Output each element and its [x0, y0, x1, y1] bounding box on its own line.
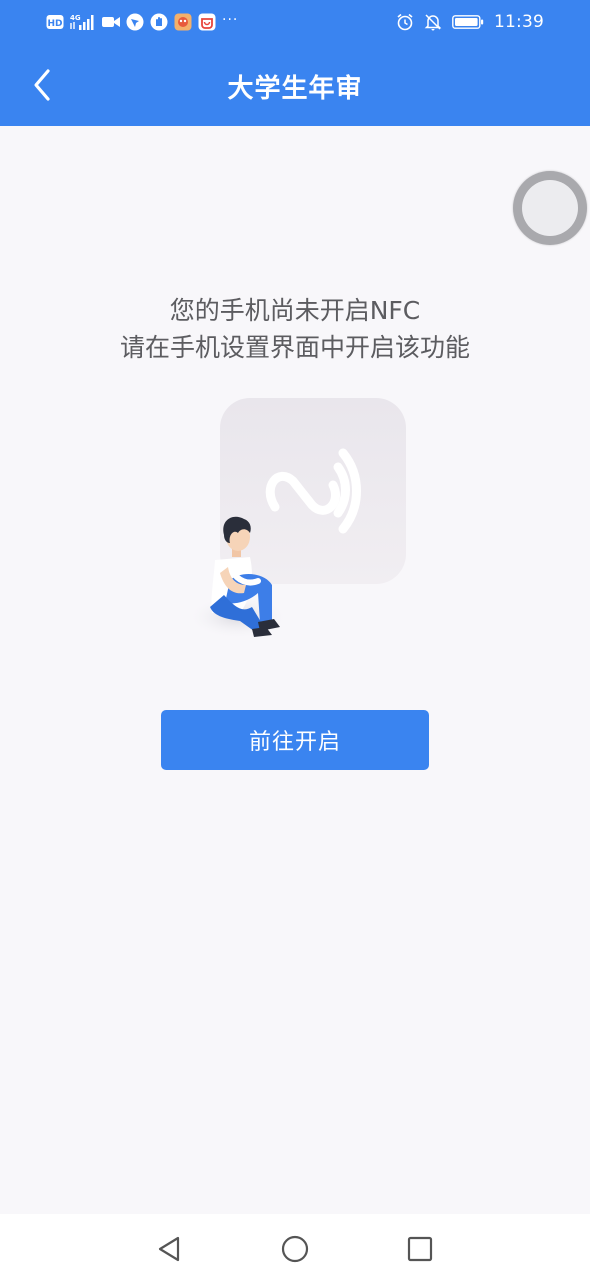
- shield-app-icon: [150, 13, 168, 31]
- nav-back-button[interactable]: [152, 1232, 186, 1266]
- alarm-icon: [396, 13, 414, 31]
- message-line-2: 请在手机设置界面中开启该功能: [119, 333, 470, 362]
- square-recents-icon: [407, 1236, 433, 1262]
- message-line-1: 您的手机尚未开启NFC: [169, 296, 421, 325]
- nav-home-button[interactable]: [278, 1232, 312, 1266]
- status-bar: HD 4G ··· 11:39: [0, 0, 590, 44]
- floating-assist-button-inner: [522, 180, 578, 236]
- nfc-illustration: [180, 395, 420, 655]
- page-title: 大学生年审: [227, 74, 363, 104]
- system-nav-bar: [0, 1214, 590, 1280]
- floating-assist-button[interactable]: [513, 171, 587, 245]
- app-notification-icon: [126, 13, 144, 31]
- 4g-signal-icon: 4G: [70, 13, 96, 31]
- status-overflow-indicator: ···: [222, 12, 239, 28]
- svg-text:4G: 4G: [70, 14, 81, 22]
- battery-icon: [452, 13, 484, 31]
- go-enable-button[interactable]: 前往开启: [161, 710, 429, 770]
- mute-icon: [424, 13, 442, 31]
- triangle-back-icon: [158, 1236, 180, 1262]
- status-bar-right: 11:39: [396, 12, 544, 32]
- nav-recents-button[interactable]: [403, 1232, 437, 1266]
- status-bar-left: HD 4G ···: [46, 12, 238, 32]
- nfc-card: [220, 398, 406, 584]
- screen: HD 4G ··· 11:39 大学生年审 您的手机尚未开启NFC 请在手机设置…: [0, 0, 590, 1280]
- nfc-disabled-message: 您的手机尚未开启NFC 请在手机设置界面中开启该功能: [0, 292, 590, 366]
- app-bar: 大学生年审: [0, 44, 590, 126]
- circle-home-icon: [281, 1235, 309, 1263]
- status-time: 11:39: [494, 12, 544, 32]
- shopping-app-icon: [198, 13, 216, 31]
- game-app-icon: [174, 13, 192, 31]
- svg-text:HD: HD: [47, 19, 62, 29]
- hd-icon: HD: [46, 13, 64, 31]
- video-icon: [102, 13, 120, 31]
